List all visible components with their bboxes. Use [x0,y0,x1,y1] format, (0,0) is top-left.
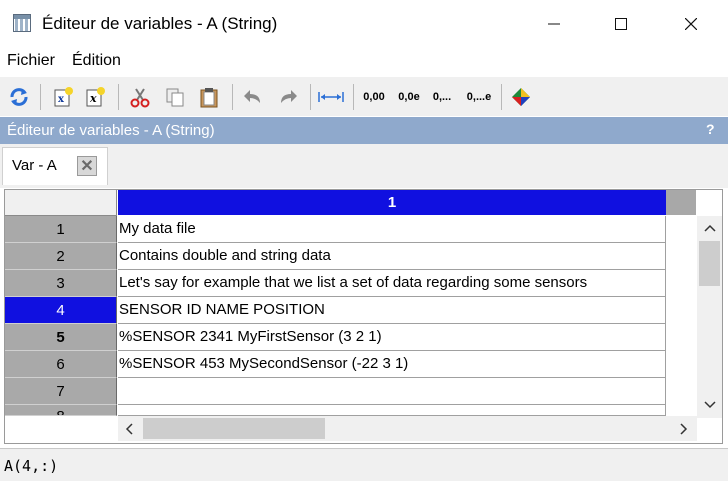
row-header[interactable]: 1 [5,216,117,243]
tab-label: Var - A [12,157,57,174]
toolbar-separator [40,84,41,110]
format-long-button[interactable]: 0,... [428,84,456,110]
paste-icon [200,88,218,108]
new-variable-icon: x [54,87,73,107]
grid-corner[interactable] [5,190,117,216]
tab-strip [0,144,728,188]
maximize-icon [615,18,627,30]
chevron-down-icon [703,401,716,409]
color-map-icon [512,88,530,106]
row-header[interactable]: 7 [5,378,117,405]
scroll-left-button[interactable] [118,416,140,441]
cut-icon [130,88,150,108]
close-button[interactable] [668,0,714,48]
row-header[interactable]: 5 [5,324,117,351]
format-long-exponent-button[interactable]: 0,...e [462,84,496,110]
new-x-variable-icon: x [86,87,105,107]
grid-cell[interactable] [118,405,666,416]
grid-cell[interactable]: %SENSOR 453 MySecondSensor (-22 3 1) [118,351,666,378]
cut-button[interactable] [127,84,153,110]
vertical-scroll-thumb[interactable] [699,241,720,286]
panel-title: Éditeur de variables - A (String) [7,122,215,139]
window-title: Éditeur de variables - A (String) [42,14,278,33]
row-header[interactable]: 6 [5,351,117,378]
paste-button[interactable] [196,84,222,110]
menu-edition[interactable]: Édition [72,52,121,70]
tab-close-icon[interactable]: ✕ [77,156,97,176]
row-header[interactable]: 8 [5,405,117,416]
minimize-button[interactable] [531,0,577,48]
grid-cell[interactable]: Contains double and string data [118,243,666,270]
chevron-right-icon [680,422,688,435]
chevron-up-icon [703,224,716,232]
help-icon[interactable]: ? [706,121,715,137]
format-exponent-button[interactable]: 0,0e [394,84,424,110]
close-icon [685,18,697,30]
menu-fichier[interactable]: Fichier [7,52,55,70]
row-header[interactable]: 3 [5,270,117,297]
format-fixed-button[interactable]: 0,00 [359,84,389,110]
column-header-filler [666,190,696,215]
maximize-button[interactable] [598,0,644,48]
refresh-button[interactable] [6,84,32,110]
new-x-variable-button[interactable]: x [82,84,108,110]
toolbar-separator [118,84,119,110]
row-header[interactable]: 2 [5,243,117,270]
toolbar-separator [353,84,354,110]
grid-cell[interactable]: %SENSOR 2341 MyFirstSensor (3 2 1) [118,324,666,351]
row-header-selected[interactable]: 4 [5,297,117,324]
toolbar-separator [232,84,233,110]
fit-columns-button[interactable] [316,84,346,110]
horizontal-scroll-thumb[interactable] [143,418,325,439]
toolbar-separator [501,84,502,110]
toolbar-separator [310,84,311,110]
svg-text:x: x [89,92,97,105]
refresh-icon [10,88,28,106]
scroll-down-button[interactable] [697,393,722,417]
undo-button[interactable] [240,84,266,110]
status-bar [0,448,728,481]
column-header[interactable]: 1 [118,190,666,215]
color-map-button[interactable] [508,84,534,110]
copy-button[interactable] [162,84,188,110]
copy-icon [166,88,184,107]
chevron-left-icon [125,422,133,435]
app-icon [13,14,31,32]
grid-cell-selected[interactable]: SENSOR ID NAME POSITION [118,297,666,324]
fit-columns-icon [318,92,344,102]
scroll-right-button[interactable] [673,416,695,441]
scroll-up-button[interactable] [697,216,722,240]
new-variable-button[interactable]: x [50,84,76,110]
status-text: A(4,:) [4,457,59,475]
redo-button[interactable] [275,84,301,110]
undo-icon [244,90,260,103]
grid-cell[interactable]: Let's say for example that we list a set… [118,270,666,297]
minimize-icon [548,23,560,25]
redo-icon [281,90,297,103]
grid-cell[interactable] [118,378,666,405]
svg-text:x: x [58,94,65,105]
grid-cell[interactable]: My data file [118,216,666,243]
